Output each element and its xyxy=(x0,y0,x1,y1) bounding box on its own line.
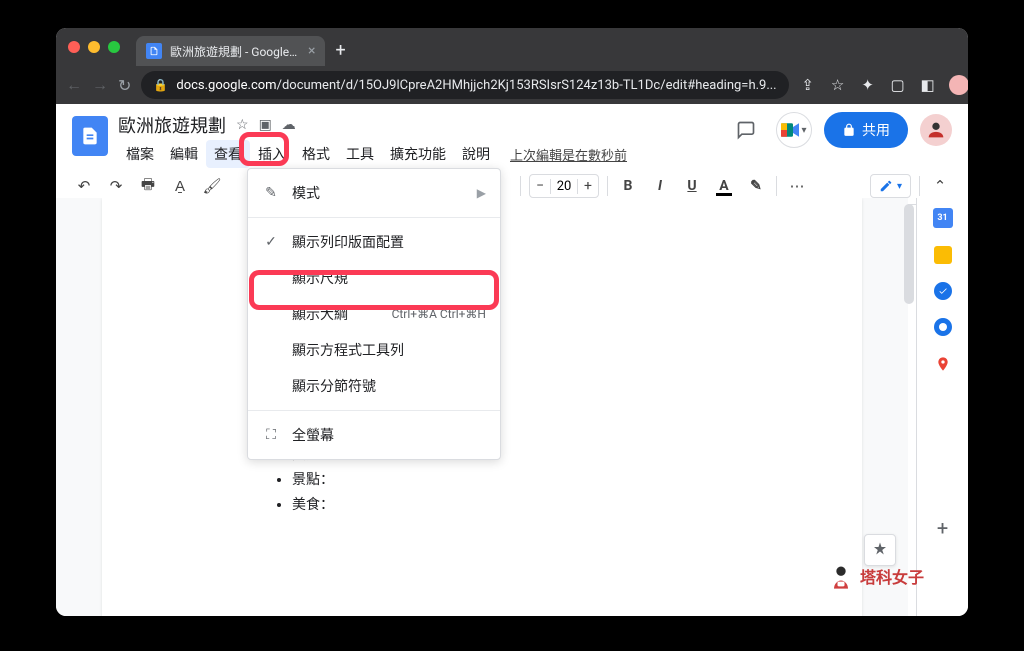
contacts-icon[interactable] xyxy=(934,318,952,336)
pencil-icon: ✎ xyxy=(262,185,280,201)
chrome-actions: ⇪ ☆ ✦ ▢ ◧ ⋮ xyxy=(799,75,968,95)
underline-icon[interactable]: U xyxy=(680,178,704,194)
docs-info: 歐洲旅遊規劃 ☆ ▣ ☁ 檔案 編輯 查看 插入 格式 工具 擴充功能 說明 上… xyxy=(118,112,718,168)
nav-reload-icon[interactable]: ↻ xyxy=(118,76,131,95)
last-edit-link[interactable]: 上次編輯是在數秒前 xyxy=(510,145,627,164)
document-title[interactable]: 歐洲旅遊規劃 xyxy=(118,112,226,138)
tab-close-icon[interactable]: × xyxy=(308,43,315,59)
collapse-panel-icon[interactable]: ⌃ xyxy=(928,174,952,198)
doc-title-icons: ☆ ▣ ☁ xyxy=(236,117,296,133)
addressbar: ← → ↻ 🔒 docs.google.com/document/d/15OJ9… xyxy=(56,66,968,104)
menu-item-mode[interactable]: ✎ 模式 ▶ xyxy=(248,175,500,211)
cast-icon[interactable]: ▢ xyxy=(889,76,907,94)
font-size-value[interactable]: 20 xyxy=(550,179,578,194)
menu-item-fullscreen[interactable]: ⛶ 全螢幕 xyxy=(248,417,500,453)
print-icon[interactable]: 🖶 xyxy=(136,174,160,198)
menu-format[interactable]: 格式 xyxy=(294,140,338,168)
menu-insert[interactable]: 插入 xyxy=(250,140,294,168)
add-addon-icon[interactable]: + xyxy=(933,518,953,538)
meet-icon[interactable]: ▾ xyxy=(776,112,812,148)
editing-mode-button[interactable]: ▾ xyxy=(870,174,911,198)
window-maximize[interactable] xyxy=(108,41,120,53)
separator xyxy=(520,176,521,196)
menu-extensions[interactable]: 擴充功能 xyxy=(382,140,454,168)
menu-item-print-layout[interactable]: ✓ 顯示列印版面配置 xyxy=(248,224,500,260)
doc-title-row: 歐洲旅遊規劃 ☆ ▣ ☁ xyxy=(118,112,718,138)
window-minimize[interactable] xyxy=(88,41,100,53)
share-button[interactable]: 共用 xyxy=(824,112,908,148)
menu-item-equation[interactable]: 顯示方程式工具列 xyxy=(248,332,500,368)
docs-favicon xyxy=(146,43,162,59)
list-item[interactable]: 美食： xyxy=(292,493,772,518)
menu-item-ruler[interactable]: 顯示尺規 xyxy=(248,260,500,296)
window-close[interactable] xyxy=(68,41,80,53)
list-item[interactable]: 景點： xyxy=(292,468,772,493)
menu-separator xyxy=(248,217,500,218)
chevron-right-icon: ▶ xyxy=(477,186,486,200)
watermark: 塔科女子 xyxy=(826,561,924,591)
fullscreen-icon: ⛶ xyxy=(262,427,280,443)
extension-icon[interactable]: ✦ xyxy=(859,76,877,94)
watermark-icon xyxy=(826,561,856,591)
move-icon[interactable]: ▣ xyxy=(259,117,272,133)
comment-history-icon[interactable] xyxy=(728,112,764,148)
tab-title: 歐洲旅遊規劃 - Google 文件 xyxy=(170,43,300,60)
menu-separator xyxy=(248,410,500,411)
menu-file[interactable]: 檔案 xyxy=(118,140,162,168)
bookmark-icon[interactable]: ☆ xyxy=(829,76,847,94)
undo-icon[interactable]: ↶ xyxy=(72,174,96,198)
view-dropdown: ✎ 模式 ▶ ✓ 顯示列印版面配置 顯示尺規 顯示大綱 Ctrl+⌘A Ctrl… xyxy=(247,168,501,460)
font-size-control: − 20 + xyxy=(529,174,599,198)
check-icon: ✓ xyxy=(262,234,280,250)
lock-icon: 🔒 xyxy=(153,78,168,92)
overflow-icon[interactable]: ⋯ xyxy=(785,174,809,198)
browser-window: 歐洲旅遊規劃 - Google 文件 × + ← → ↻ 🔒 docs.goog… xyxy=(56,28,968,616)
maps-icon[interactable] xyxy=(933,354,953,374)
url-text: docs.google.com/document/d/15OJ9lCpreA2H… xyxy=(176,78,776,93)
tasks-icon[interactable] xyxy=(934,282,952,300)
docs-logo-icon[interactable] xyxy=(72,116,108,156)
side-panel: 31 + xyxy=(916,198,968,616)
highlight-icon[interactable]: ✎ xyxy=(744,178,768,194)
italic-icon[interactable]: I xyxy=(648,178,672,194)
toolbar-right: ▾ ⌃ xyxy=(870,174,952,198)
font-size-decrease[interactable]: − xyxy=(530,178,550,194)
header-right: ▾ 共用 xyxy=(728,112,952,148)
scrollbar[interactable] xyxy=(904,204,914,304)
text-color-icon[interactable]: A xyxy=(712,178,736,194)
separator xyxy=(776,176,777,196)
separator xyxy=(607,176,608,196)
nav-back-icon[interactable]: ← xyxy=(66,75,82,95)
url-field[interactable]: 🔒 docs.google.com/document/d/15OJ9lCpreA… xyxy=(141,71,788,99)
titlebar: 歐洲旅遊規劃 - Google 文件 × + xyxy=(56,28,968,66)
star-icon[interactable]: ☆ xyxy=(236,117,249,133)
menu-item-outline[interactable]: 顯示大綱 Ctrl+⌘A Ctrl+⌘H xyxy=(248,296,500,332)
menu-edit[interactable]: 編輯 xyxy=(162,140,206,168)
bold-icon[interactable]: B xyxy=(616,178,640,194)
docs-header: 歐洲旅遊規劃 ☆ ▣ ☁ 檔案 編輯 查看 插入 格式 工具 擴充功能 說明 上… xyxy=(56,104,968,168)
new-tab-button[interactable]: + xyxy=(335,40,345,61)
menu-item-section-breaks[interactable]: 顯示分節符號 xyxy=(248,368,500,404)
font-size-increase[interactable]: + xyxy=(578,178,598,194)
paint-format-icon[interactable]: 🖌 xyxy=(200,174,224,198)
menu-view[interactable]: 查看 xyxy=(206,140,250,168)
user-avatar[interactable] xyxy=(920,114,952,146)
menu-bar: 檔案 編輯 查看 插入 格式 工具 擴充功能 說明 上次編輯是在數秒前 xyxy=(118,140,718,168)
calendar-icon[interactable]: 31 xyxy=(933,208,953,228)
browser-tab[interactable]: 歐洲旅遊規劃 - Google 文件 × xyxy=(136,36,325,66)
menu-tools[interactable]: 工具 xyxy=(338,140,382,168)
panel-icon[interactable]: ◧ xyxy=(919,76,937,94)
cloud-icon[interactable]: ☁ xyxy=(282,117,296,133)
keep-icon[interactable] xyxy=(934,246,952,264)
redo-icon[interactable]: ↷ xyxy=(104,174,128,198)
spellcheck-icon[interactable]: A̱ xyxy=(168,174,192,198)
watermark-text: 塔科女子 xyxy=(860,564,924,588)
menu-help[interactable]: 說明 xyxy=(454,140,498,168)
traffic-lights xyxy=(68,41,120,53)
separator xyxy=(919,176,920,196)
browser-avatar[interactable] xyxy=(949,75,968,95)
nav-forward-icon[interactable]: → xyxy=(92,75,108,95)
share-icon[interactable]: ⇪ xyxy=(799,76,817,94)
